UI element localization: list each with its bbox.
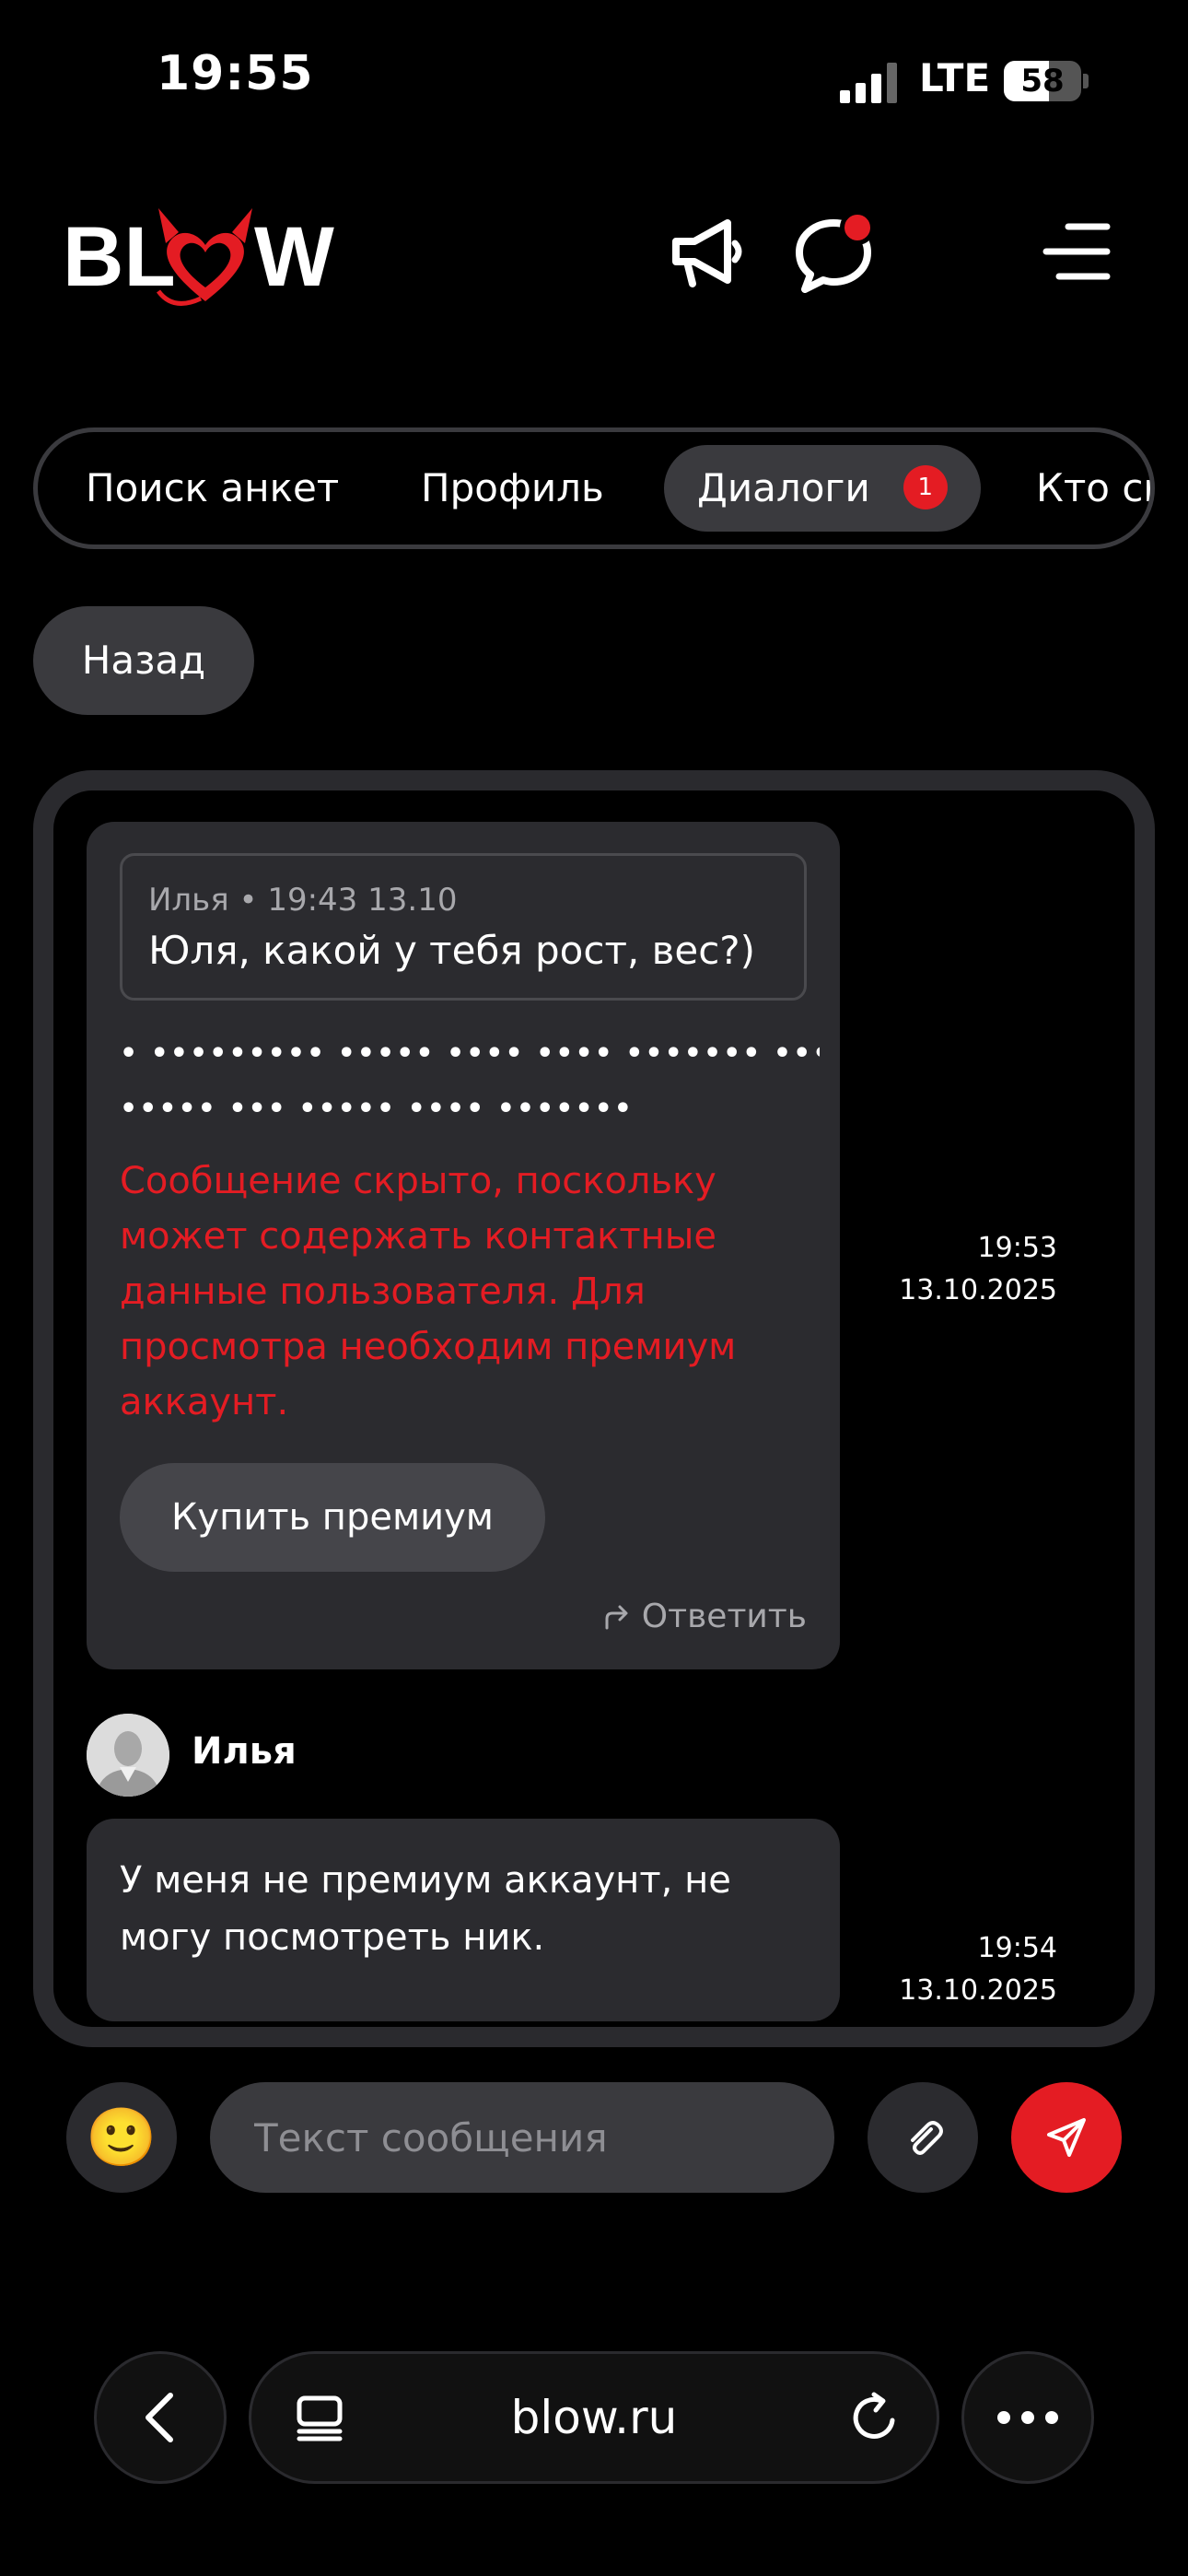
tab-visitors-label: Кто см <box>1036 465 1150 510</box>
battery-tip <box>1083 74 1089 88</box>
message-time: 19:53 <box>977 1232 1057 1264</box>
dot <box>997 2411 1010 2424</box>
message-bubble: Илья • 19:43 13.10 Юля, какой у тебя рос… <box>87 822 840 1669</box>
blow-logo[interactable]: BL W <box>63 195 357 315</box>
back-button[interactable]: Назад <box>33 606 254 715</box>
signal-strength-icon <box>840 63 897 103</box>
reload-icon[interactable] <box>846 2389 903 2446</box>
tab-search[interactable]: Поиск анкет <box>86 445 339 532</box>
quoted-message-text: Юля, какой у тебя рост, вес?) <box>148 928 755 973</box>
message-text: У меня не премиум аккаунт, не могу посмо… <box>120 1859 731 1959</box>
chat-window[interactable]: Илья • 19:43 13.10 Юля, какой у тебя рос… <box>33 770 1155 2047</box>
sender-name: Илья <box>192 1730 297 1773</box>
address-bar[interactable]: blow.ru <box>249 2351 939 2484</box>
hamburger-menu-icon[interactable] <box>1041 219 1111 284</box>
status-time: 19:55 <box>157 46 314 101</box>
dot <box>1045 2411 1058 2424</box>
svg-text:BL: BL <box>63 210 176 304</box>
more-options-button[interactable] <box>961 2351 1094 2484</box>
message-input[interactable] <box>210 2082 834 2193</box>
browser-back-button[interactable] <box>94 2351 227 2484</box>
paperclip-icon <box>911 2121 943 2155</box>
section-tabs: Поиск анкет Профиль Диалоги 1 Кто см <box>33 427 1155 549</box>
message-date: 13.10.2025 <box>899 1274 1057 1306</box>
network-type: LTE <box>919 55 991 100</box>
buy-premium-button[interactable]: Купить премиум <box>120 1463 545 1572</box>
tab-profile-label: Профиль <box>421 465 604 510</box>
tab-profile[interactable]: Профиль <box>421 445 604 532</box>
attach-button[interactable] <box>868 2082 978 2193</box>
tab-visitors[interactable]: Кто см <box>1036 445 1150 532</box>
chevron-left-icon <box>146 2393 173 2442</box>
tab-dialogs-label: Диалоги <box>697 465 870 510</box>
message-timestamp: 19:53 13.10.2025 <box>873 1227 1057 1312</box>
megaphone-icon[interactable] <box>663 210 746 293</box>
reply-arrow-icon <box>605 1605 628 1629</box>
message-date: 13.10.2025 <box>899 1974 1057 2007</box>
tab-search-label: Поиск анкет <box>86 465 340 510</box>
svg-text:W: W <box>254 210 334 304</box>
notification-dot <box>840 210 875 245</box>
battery-icon: 58 <box>1004 61 1081 101</box>
dot <box>1021 2411 1034 2424</box>
emoji-button[interactable]: 🙂 <box>66 2082 177 2193</box>
hidden-message-notice: Сообщение скрыто, поскольку может содерж… <box>120 1160 737 1423</box>
avatar[interactable] <box>87 1714 169 1797</box>
send-icon <box>1047 2118 1086 2157</box>
message-bubble: У меня не премиум аккаунт, не могу посмо… <box>87 1819 840 2021</box>
reply-button[interactable]: Ответить <box>601 1598 807 1635</box>
message-timestamp: 19:54 13.10.2025 <box>873 1927 1057 2012</box>
masked-text-line: • ••••••••• ••••• •••• •••• ••••••• ••••… <box>120 1037 820 1070</box>
quoted-message[interactable]: Илья • 19:43 13.10 Юля, какой у тебя рос… <box>120 853 807 1001</box>
smiley-icon: 🙂 <box>86 2103 157 2171</box>
reply-label: Ответить <box>641 1598 807 1635</box>
battery-percent: 58 <box>1020 63 1065 100</box>
url-text: blow.ru <box>510 2391 678 2444</box>
masked-text-line: ••••• ••• ••••• •••• ••••••• <box>120 1093 634 1125</box>
message-time: 19:54 <box>977 1932 1057 1964</box>
tab-dialogs-badge: 1 <box>903 464 948 509</box>
quoted-message-meta: Илья • 19:43 13.10 <box>148 882 458 919</box>
send-button[interactable] <box>1011 2082 1122 2193</box>
tab-dialogs[interactable]: Диалоги 1 <box>664 445 981 532</box>
